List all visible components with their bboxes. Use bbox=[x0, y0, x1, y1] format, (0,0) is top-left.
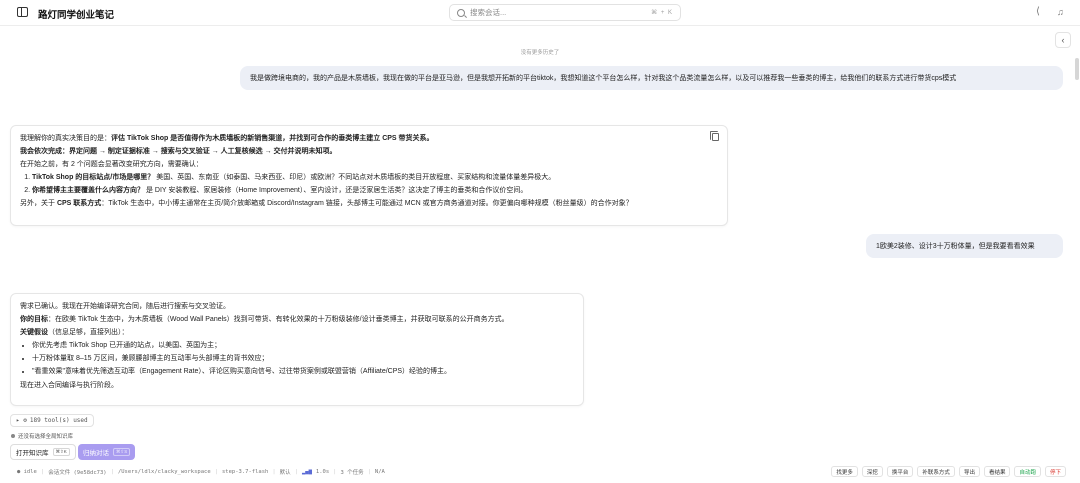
bell-icon[interactable]: ♫ bbox=[1057, 7, 1067, 17]
action-stop-button[interactable]: 停下 bbox=[1044, 466, 1066, 477]
assistant-line: 现在进入合同编译与执行阶段。 bbox=[20, 381, 118, 389]
text-bold: 我会依次完成： bbox=[20, 148, 69, 156]
kb-note: 还没有选择全局知识库 bbox=[11, 432, 73, 440]
assistant-line: 我理解你的真实决策目的是：评估 TikTok Shop 是否值得作为木质墙板的新… bbox=[20, 132, 718, 145]
assistant-line: 你的目标：在欧美 TikTok 生态中，为木质墙板（Wood Wall Pane… bbox=[20, 313, 574, 326]
text-bold: 界定问题 → 制定证据标准 → 搜索与交叉验证 → 人工复核候选 → 交付并说明… bbox=[69, 148, 337, 156]
copy-icon[interactable] bbox=[710, 131, 719, 141]
no-history-note: 没有更多历史了 bbox=[520, 50, 560, 56]
action-auto-run-button[interactable]: 自动跑 bbox=[1014, 466, 1041, 477]
text: 是 DIY 安装教程、家居装修（Home Improvement）、室内设计，还… bbox=[144, 187, 528, 195]
action-add-contacts-button[interactable]: 补联系方式 bbox=[917, 466, 955, 477]
summarize-button[interactable]: 归纳对话 ⌘⇧S bbox=[78, 444, 136, 460]
kb-note-text: 还没有选择全局知识库 bbox=[18, 434, 74, 440]
quick-actions: 找更多 深挖 换平台 补联系方式 导出 看结果 自动跑 停下 bbox=[831, 466, 1066, 477]
text: ：在欧美 TikTok 生态中，为木质墙板（Wood Wall Panels）找… bbox=[48, 316, 509, 324]
separator: | bbox=[367, 469, 371, 475]
text-bold: TikTok Shop 的目标站点/市场是哪里？ bbox=[32, 174, 155, 182]
signal-bars-icon: ▂▄▆ bbox=[301, 469, 312, 475]
separator: | bbox=[294, 469, 298, 475]
action-switch-platform-button[interactable]: 换平台 bbox=[886, 466, 914, 477]
list-item: 十万粉体量取 8–15 万区间，兼顾腰部博主的互动率与头部博主的背书效应； bbox=[32, 352, 574, 365]
na-label: N/A bbox=[374, 469, 385, 475]
sidebar-toggle-icon[interactable] bbox=[17, 7, 28, 17]
assistant-line: 需求已确认。我现在开始编译研究合同，随后进行搜索与交叉验证。 bbox=[20, 303, 230, 310]
list-item: 你优先考虑 TikTok Shop 已开通的站点，以美国、英国为主； bbox=[32, 339, 574, 352]
text: （信息足够，直接列出）： bbox=[48, 329, 129, 337]
text-bold: CPS 联系方式 bbox=[56, 200, 102, 208]
assistant-line: 我会依次完成：界定问题 → 制定证据标准 → 搜索与交叉验证 → 人工复核候选 … bbox=[20, 145, 718, 158]
text-bold: 评估 TikTok Shop 是否值得作为木质墙板的新销售渠道，并找到可合作的垂… bbox=[111, 135, 434, 142]
user-message-text: 我是做跨境电商的，我的产品是木质墙板，我现在做的平台是亚马逊，但是我想开拓新的平… bbox=[250, 75, 957, 82]
mode-label[interactable]: 默认 bbox=[280, 468, 291, 476]
open-kb-label: 打开知识库 bbox=[16, 450, 49, 457]
assumption-list: 你优先考虑 TikTok Shop 已开通的站点，以美国、英国为主； 十万粉体量… bbox=[20, 339, 574, 378]
assistant-line: 在开始之前，有 2 个问题会显著改变研究方向，需要确认： bbox=[20, 161, 203, 169]
top-bar: 路灯同学创业笔记 搜索会话... ⌘ + K ⟨ ♫ bbox=[0, 0, 1080, 26]
search-icon bbox=[457, 8, 465, 17]
shortcut-tag: ⌘⇧S bbox=[113, 448, 131, 456]
tools-used-toggle[interactable]: ▸ ⚙ 189 tool(s) used bbox=[10, 414, 94, 427]
expand-caret-icon: ▸ ⚙ bbox=[16, 417, 27, 424]
model-name[interactable]: step-3.7-flash bbox=[222, 469, 268, 475]
search-placeholder: 搜索会话... bbox=[470, 8, 507, 17]
text-bold: 关键假设 bbox=[20, 329, 48, 337]
action-dig-deeper-button[interactable]: 深挖 bbox=[861, 466, 883, 477]
workspace-path[interactable]: /Users/ldlx/clacky_workspace bbox=[118, 469, 211, 475]
text: ：TikTok 生态中，中小博主通常在主页/简介放邮箱或 Discord/Ins… bbox=[101, 200, 633, 208]
assistant-message: 需求已确认。我现在开始编译研究合同，随后进行搜索与交叉验证。 你的目标：在欧美 … bbox=[10, 293, 584, 406]
text-bold: 你的目标 bbox=[20, 316, 48, 324]
separator: | bbox=[333, 469, 337, 475]
assistant-line: 另外，关于 CPS 联系方式：TikTok 生态中，中小博主通常在主页/简介放邮… bbox=[20, 197, 718, 210]
assistant-message: 我理解你的真实决策目的是：评估 TikTok Shop 是否值得作为木质墙板的新… bbox=[10, 125, 728, 226]
open-kb-button[interactable]: 打开知识库 ⌘⇧K bbox=[10, 444, 76, 460]
tools-used-label: 189 tool(s) used bbox=[29, 417, 88, 424]
separator: | bbox=[40, 469, 45, 475]
session-file[interactable]: 会话文件 (9e58dc73) bbox=[48, 468, 106, 476]
search-shortcut: ⌘ + K bbox=[651, 10, 673, 16]
list-item: 你希望博主主要覆盖什么内容方向？ 是 DIY 安装教程、家居装修（Home Im… bbox=[32, 184, 718, 197]
user-message-text: 1欧美2装修、设计3十万粉体量，但是我要看看效果 bbox=[876, 243, 1035, 250]
action-find-more-button[interactable]: 找更多 bbox=[831, 466, 858, 477]
text: 另外，关于 bbox=[20, 200, 57, 208]
separator: | bbox=[110, 469, 114, 475]
speed-label: 1.0s bbox=[315, 469, 330, 475]
user-message: 我是做跨境电商的，我的产品是木质墙板，我现在做的平台是亚马逊，但是我想开拓新的平… bbox=[240, 66, 1063, 90]
tasks-label[interactable]: 3 个任务 bbox=[340, 468, 363, 476]
collapse-panel-button[interactable]: ‹ bbox=[1055, 32, 1071, 48]
shortcut-tag: ⌘⇧K bbox=[52, 448, 70, 456]
share-icon[interactable]: ⟨ bbox=[1036, 7, 1046, 17]
search-input[interactable]: 搜索会话... ⌘ + K bbox=[449, 4, 681, 21]
status-idle: ● idle bbox=[17, 469, 37, 475]
action-export-button[interactable]: 导出 bbox=[958, 466, 980, 477]
list-item: TikTok Shop 的目标站点/市场是哪里？ 美国、英国、东南亚（如泰国、马… bbox=[32, 171, 718, 184]
action-view-results-button[interactable]: 看结果 bbox=[983, 466, 1011, 477]
status-dot-icon bbox=[11, 434, 15, 438]
user-message: 1欧美2装修、设计3十万粉体量，但是我要看看效果 bbox=[866, 234, 1063, 258]
separator: | bbox=[272, 469, 276, 475]
text: 我理解你的真实决策目的是： bbox=[20, 135, 111, 142]
summarize-label: 归纳对话 bbox=[83, 450, 109, 457]
text: 美国、英国、东南亚（如泰国、马来西亚、印尼）或欧洲？不同站点对木质墙板的类目开放… bbox=[154, 174, 556, 182]
assistant-line: 关键假设（信息足够，直接列出）： bbox=[20, 326, 574, 339]
app-title: 路灯同学创业笔记 bbox=[38, 10, 115, 21]
list-item: "看重效果"意味着优先筛选互动率（Engagement Rate）、评论区购买意… bbox=[32, 365, 574, 378]
question-list: TikTok Shop 的目标站点/市场是哪里？ 美国、英国、东南亚（如泰国、马… bbox=[20, 171, 718, 197]
text-bold: 你希望博主主要覆盖什么内容方向？ bbox=[32, 187, 144, 195]
scrollbar[interactable] bbox=[1075, 58, 1079, 80]
separator: | bbox=[214, 469, 218, 475]
